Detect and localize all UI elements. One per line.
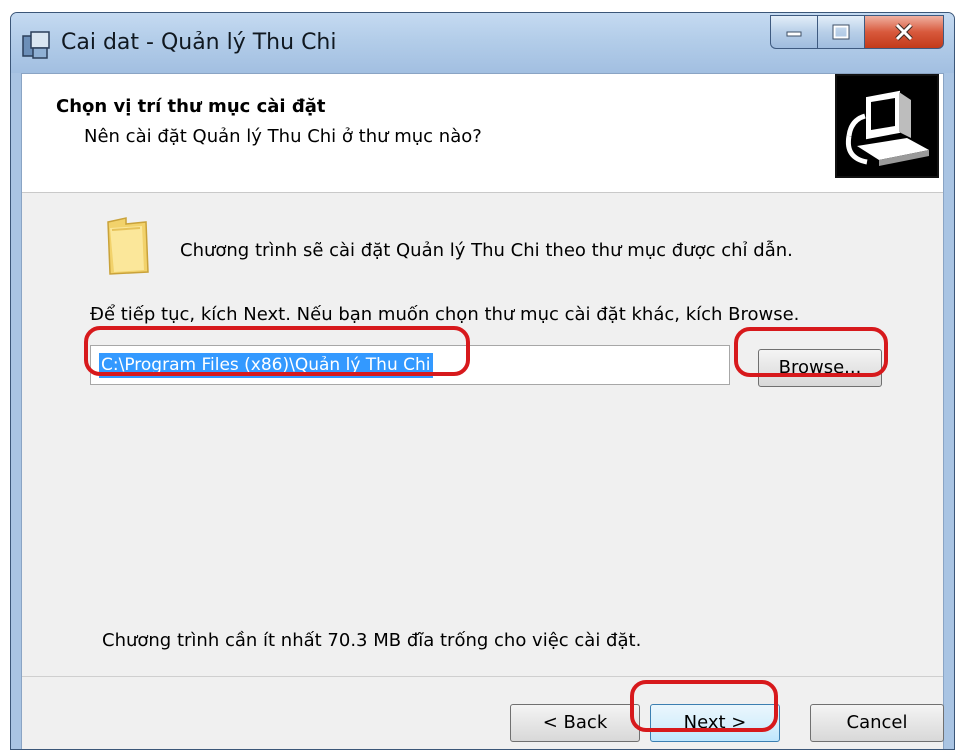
instruction-text: Để tiếp tục, kích Next. Nếu bạn muốn chọ… — [90, 304, 800, 325]
installer-computer-icon — [835, 74, 939, 178]
disk-space-text: Chương trình cần ít nhất 70.3 MB đĩa trố… — [102, 630, 642, 651]
installer-window: Cai dat - Quản lý Thu Chi Chọn vị trí th… — [10, 12, 955, 750]
intro-text: Chương trình sẽ cài đặt Quản lý Thu Chi … — [180, 240, 793, 261]
title-bar[interactable]: Cai dat - Quản lý Thu Chi — [11, 13, 954, 73]
close-icon — [895, 23, 913, 41]
install-path-value: C:\Program Files (x86)\Quản lý Thu Chi — [99, 353, 433, 378]
next-button[interactable]: Next > — [650, 704, 780, 742]
cancel-button[interactable]: Cancel — [810, 704, 944, 742]
install-path-input[interactable]: C:\Program Files (x86)\Quản lý Thu Chi — [90, 345, 730, 385]
close-button[interactable] — [864, 15, 944, 49]
window-title: Cai dat - Quản lý Thu Chi — [61, 30, 337, 55]
back-button[interactable]: < Back — [510, 704, 640, 742]
page-title: Chọn vị trí thư mục cài đặt — [56, 96, 326, 117]
maximize-button[interactable] — [817, 15, 864, 49]
caption-buttons — [770, 15, 944, 49]
wizard-header: Chọn vị trí thư mục cài đặt Nên cài đặt … — [22, 74, 943, 193]
minimize-button[interactable] — [770, 15, 817, 49]
page-subtitle: Nên cài đặt Quản lý Thu Chi ở thư mục nà… — [84, 126, 482, 147]
maximize-icon — [832, 24, 850, 40]
folder-icon — [107, 217, 149, 275]
wizard-client-area: Chọn vị trí thư mục cài đặt Nên cài đặt … — [21, 73, 944, 749]
footer-divider — [22, 676, 943, 677]
minimize-icon — [786, 31, 802, 37]
setup-app-icon — [22, 31, 50, 59]
browse-button[interactable]: Browse... — [758, 349, 882, 387]
